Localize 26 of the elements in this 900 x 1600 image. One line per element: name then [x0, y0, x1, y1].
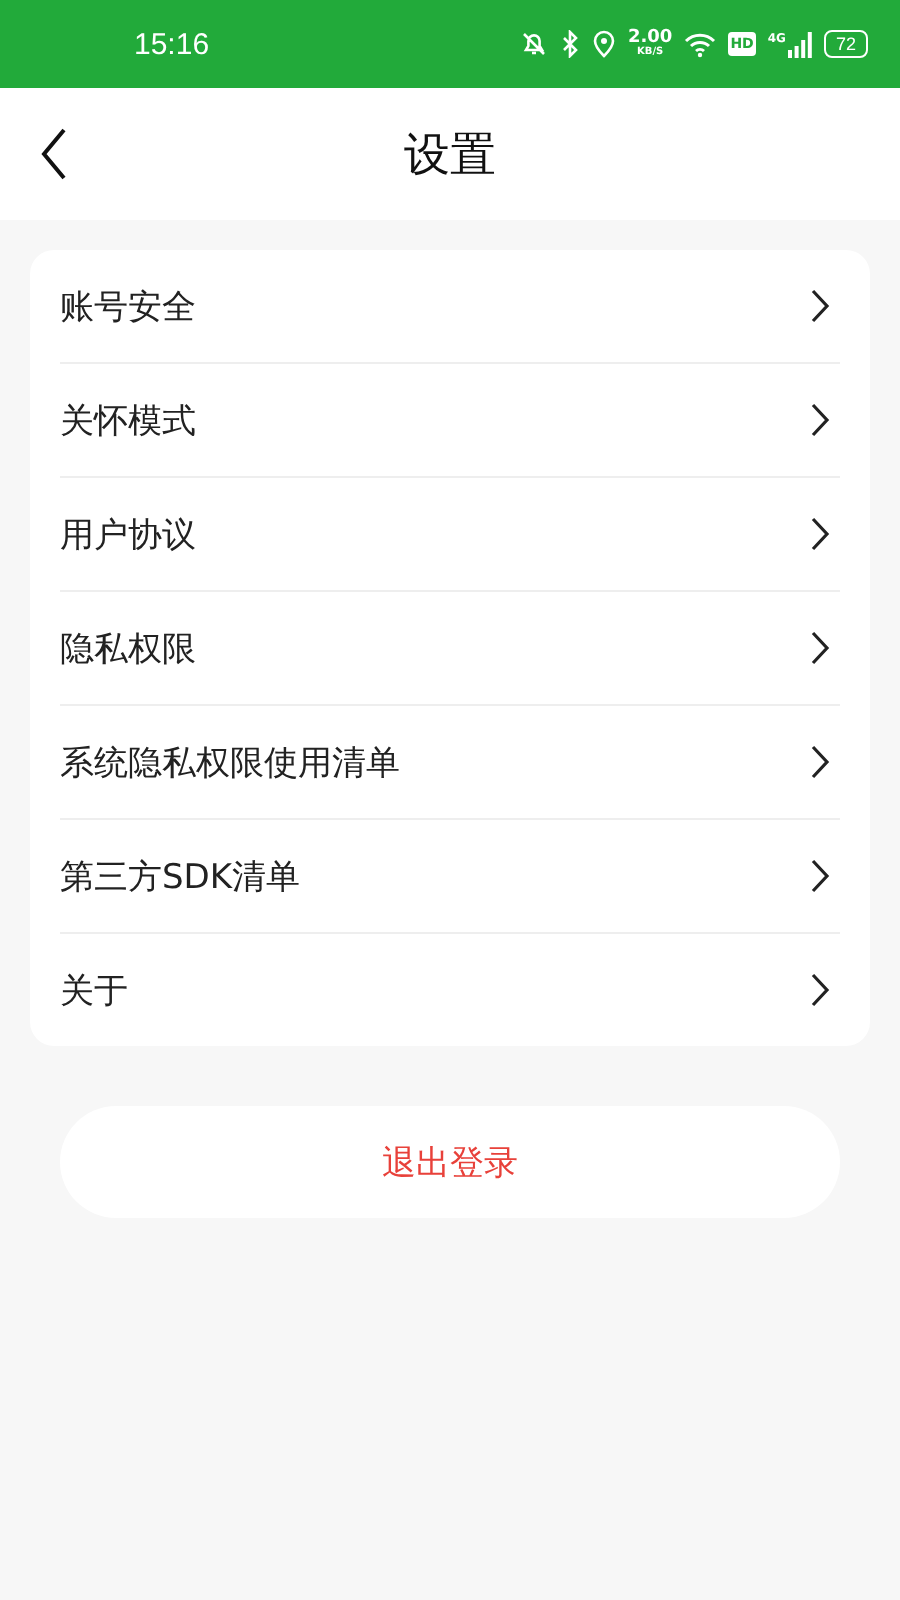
logout-button[interactable]: 退出登录 [60, 1106, 840, 1218]
network-speed: 2.00 [627, 30, 673, 48]
battery-level: 72 [823, 30, 868, 58]
chevron-right-icon [810, 402, 830, 438]
chevron-right-icon [810, 972, 830, 1008]
chevron-right-icon [810, 516, 830, 552]
chevron-right-icon [810, 630, 830, 666]
clock-time: 15:16 [134, 27, 210, 61]
settings-item[interactable]: 第三方SDK清单 [60, 820, 840, 934]
location-icon [591, 30, 616, 58]
signal-icon [787, 31, 812, 57]
settings-item[interactable]: 隐私权限 [60, 592, 840, 706]
bluetooth-icon [559, 30, 580, 58]
settings-item[interactable]: 账号安全 [60, 250, 840, 364]
back-icon [40, 128, 68, 180]
chevron-right-icon [810, 288, 830, 324]
settings-item[interactable]: 用户协议 [60, 478, 840, 592]
settings-item[interactable]: 系统隐私权限使用清单 [60, 706, 840, 820]
settings-item[interactable]: 关于 [60, 934, 840, 1046]
back-button[interactable] [40, 128, 68, 180]
wifi-icon [684, 31, 717, 57]
settings-item[interactable]: 关怀模式 [60, 364, 840, 478]
bell-off-icon [519, 30, 548, 58]
chevron-right-icon [810, 744, 830, 780]
chevron-right-icon [810, 858, 830, 894]
page-title: 设置 [404, 127, 496, 185]
